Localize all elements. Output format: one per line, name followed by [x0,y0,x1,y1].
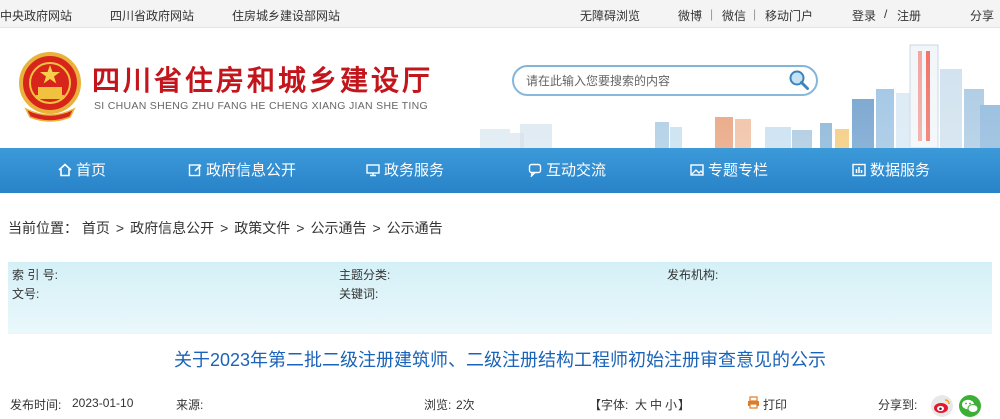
nav-data-services-label: 数据服务 [870,162,931,179]
wechat-link[interactable]: 微信 [722,7,746,24]
publish-date: 2023-01-10 [72,396,134,410]
printer-icon[interactable] [747,396,760,409]
nav-interaction-label: 互动交流 [546,162,607,179]
nav-gov-services-label: 政务服务 [384,162,445,179]
weibo-link[interactable]: 微博 [678,7,702,24]
document-info-box: 索 引 号: 主题分类: 发布机构: 文号: 关键词: [8,262,992,334]
weibo-icon[interactable] [931,395,953,417]
national-emblem-icon [19,52,81,122]
font-size-medium[interactable]: 中 [650,396,662,413]
divider: | [710,7,714,21]
category-label: 主题分类: [339,268,391,282]
home-icon [58,163,72,177]
login-slash: / [884,7,888,21]
main-nav: 首页 政府信息公开 政务服务 互动交流 专题专栏 数据服务 [0,148,1000,193]
site-subtitle: SI CHUAN SHENG ZHU FANG HE CHENG XIANG J… [94,100,428,112]
city-skyline-illustration [480,29,1000,148]
breadcrumb-policy-docs[interactable]: 政策文件 [234,220,290,236]
nav-special-topics-label: 专题专栏 [708,162,769,179]
share-to-label: 分享到: [878,398,918,412]
image-icon [690,164,704,176]
font-size-label: 【字体: [589,398,629,412]
nav-interaction[interactable]: 互动交流 [528,148,606,193]
monitor-icon [366,164,380,177]
breadcrumb-separator: > [296,220,305,236]
site-title: 四川省住房和城乡建设厅 [92,64,434,97]
source-label: 来源: [176,398,204,412]
breadcrumb-notices[interactable]: 公示通告 [310,220,366,236]
wechat-icon[interactable] [959,395,981,417]
breadcrumb-separator: > [115,220,125,236]
publisher-label: 发布机构: [667,268,719,282]
nav-special-topics[interactable]: 专题专栏 [690,148,768,193]
login-link[interactable]: 登录 [852,7,876,24]
register-link[interactable]: 注册 [897,7,921,24]
breadcrumb-separator: > [220,220,229,236]
nav-home[interactable]: 首页 [58,148,106,193]
share-link[interactable]: 分享 [970,7,994,24]
doc-number-label: 文号: [12,287,40,301]
keywords-label: 关键词: [339,287,379,301]
nav-data-services[interactable]: 数据服务 [852,148,930,193]
nav-home-label: 首页 [76,162,107,179]
link-mohurd[interactable]: 住房城乡建设部网站 [232,7,340,24]
link-sichuan-gov[interactable]: 四川省政府网站 [110,7,194,24]
article-title: 关于2023年第二批二级注册建筑师、二级注册结构工程师初始注册审查意见的公示 [173,350,827,370]
chat-icon [528,163,542,178]
accessibility-link[interactable]: 无障碍浏览 [580,7,640,24]
publish-time-label: 发布时间: [10,398,62,412]
font-size-close: 】 [678,398,691,412]
bar-chart-icon [852,163,866,177]
breadcrumb-gov-info[interactable]: 政府信息公开 [130,220,214,236]
font-size-small[interactable]: 小 [665,396,677,413]
breadcrumb: 当前位置： 首页 > 政府信息公开 > 政策文件 > 公示通告 > 公示通告 [8,218,443,238]
breadcrumb-label: 当前位置： [8,220,78,236]
nav-gov-info-label: 政府信息公开 [206,162,297,179]
index-number-label: 索 引 号: [12,268,59,282]
divider: | [753,7,757,21]
print-link[interactable]: 打印 [763,396,787,413]
breadcrumb-home[interactable]: 首页 [82,220,110,236]
breadcrumb-notices-current[interactable]: 公示通告 [387,220,443,236]
mobile-portal-link[interactable]: 移动门户 [765,7,813,24]
breadcrumb-separator: > [372,220,381,236]
nav-gov-info[interactable]: 政府信息公开 [188,148,296,193]
edit-icon [188,164,202,177]
font-size-large[interactable]: 大 [635,396,647,413]
nav-gov-services[interactable]: 政务服务 [366,148,444,193]
site-header: 四川省住房和城乡建设厅 SI CHUAN SHENG ZHU FANG HE C… [0,29,1000,148]
top-bar: 中央政府网站 四川省政府网站 住房城乡建设部网站 无障碍浏览 微博 | 微信 |… [0,0,1000,28]
link-central-gov[interactable]: 中央政府网站 [0,7,72,24]
views-count: 2次 [456,398,475,412]
views-label: 浏览: [424,398,452,412]
